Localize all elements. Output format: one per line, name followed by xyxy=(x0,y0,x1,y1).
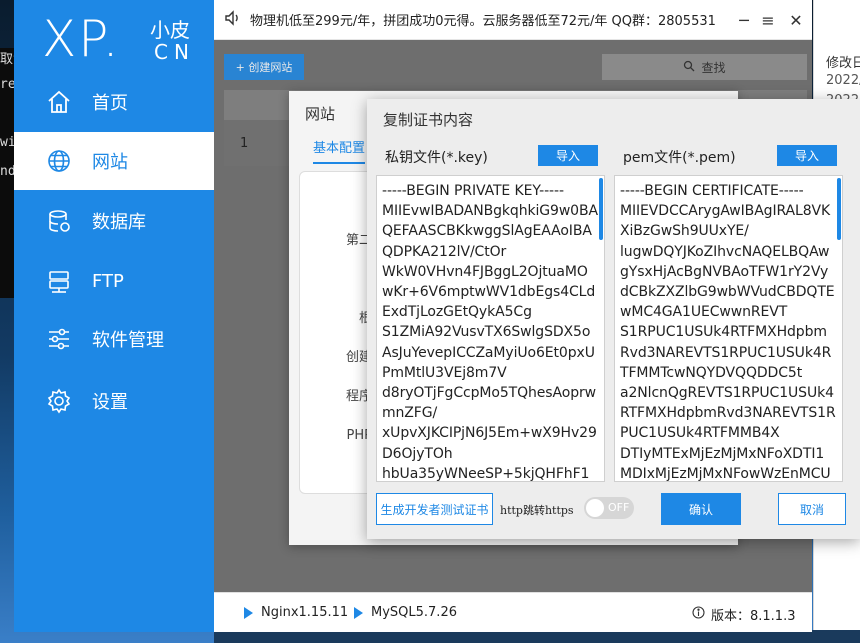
logo-brand: XP. xyxy=(42,10,121,68)
version-info[interactable]: 版本：8.1.1.3 xyxy=(692,605,795,624)
nginx-status[interactable]: Nginx1.15.11 xyxy=(244,605,348,620)
terminal-line: wi xyxy=(0,135,14,150)
generate-dev-cert-button[interactable]: 生成开发者测试证书 xyxy=(376,493,493,525)
sidebar: XP. 小皮 CN 首页 网站 数据库 FTP 软件管理 设置 xyxy=(14,0,214,632)
modified-date-cell: 2022/ xyxy=(826,73,860,88)
sidebar-item-label: 设置 xyxy=(92,392,128,413)
announcement-text[interactable]: 物理机低至299元/年，拼团成功0元得。云服务器低至72元/年 QQ群：2805… xyxy=(250,10,716,29)
sidebar-item-label: 首页 xyxy=(92,93,128,114)
search-label: 查找 xyxy=(701,60,726,75)
mysql-version: MySQL5.7.26 xyxy=(371,605,457,620)
terminal-window: 取消 re wi nd xyxy=(0,48,14,298)
toggle-knob xyxy=(586,499,604,517)
speaker-icon xyxy=(224,9,244,31)
mysql-status[interactable]: MySQL5.7.26 xyxy=(354,605,457,620)
import-pem-button[interactable]: 导入 xyxy=(777,145,837,166)
https-redirect-label: http跳转https xyxy=(500,504,574,517)
info-icon xyxy=(692,606,705,623)
tab-basic-config[interactable]: 基本配置 xyxy=(313,137,366,164)
row-index: 1 xyxy=(240,135,249,151)
sidebar-item-website[interactable]: 网站 xyxy=(14,132,214,190)
import-key-button[interactable]: 导入 xyxy=(538,145,598,166)
toggle-state-label: OFF xyxy=(608,501,630,514)
https-redirect-toggle[interactable]: OFF xyxy=(584,497,634,519)
nginx-version: Nginx1.15.11 xyxy=(261,605,349,620)
sliders-icon xyxy=(44,324,74,354)
terminal-line: 取消 xyxy=(0,52,14,67)
scrollbar-thumb[interactable] xyxy=(837,178,841,240)
sidebar-item-label: 网站 xyxy=(92,152,128,173)
pem-file-label: pem文件(*.pem) xyxy=(623,150,736,166)
gear-icon xyxy=(44,386,74,416)
server-icon xyxy=(44,266,74,296)
pem-textarea[interactable]: -----BEGIN CERTIFICATE----- MIIEVDCCAryg… xyxy=(614,175,843,482)
status-bar: Nginx1.15.11 MySQL5.7.26 版本：8.1.1.3 xyxy=(214,592,812,632)
version-label: 版本：8.1.1.3 xyxy=(711,609,796,624)
cancel-button[interactable]: 取消 xyxy=(778,493,846,525)
modified-date-column-header[interactable]: 修改日 xyxy=(814,0,860,71)
menu-button[interactable]: ≡ xyxy=(758,10,778,30)
play-icon xyxy=(354,606,363,619)
terminal-line: nd xyxy=(0,164,14,179)
key-file-label: 私钥文件(*.key) xyxy=(385,150,488,166)
sidebar-item-label: 软件管理 xyxy=(92,330,164,351)
database-icon xyxy=(44,206,74,236)
sidebar-item-ftp[interactable]: FTP xyxy=(14,252,214,310)
create-site-button[interactable]: + 创建网站 xyxy=(224,54,304,80)
sidebar-item-home[interactable]: 首页 xyxy=(14,73,214,131)
sidebar-item-database[interactable]: 数据库 xyxy=(14,192,214,250)
terminal-line: re xyxy=(0,77,14,92)
top-bar: 物理机低至299元/年，拼团成功0元得。云服务器低至72元/年 QQ群：2805… xyxy=(214,0,812,40)
private-key-textarea[interactable]: -----BEGIN PRIVATE KEY----- MIIEvwIBADAN… xyxy=(376,175,605,482)
play-icon xyxy=(244,606,253,619)
confirm-button[interactable]: 确认 xyxy=(661,493,741,525)
search-icon xyxy=(683,60,695,75)
private-key-text: -----BEGIN PRIVATE KEY----- MIIEvwIBADAN… xyxy=(382,183,598,482)
sidebar-item-label: 数据库 xyxy=(92,212,146,233)
globe-icon xyxy=(44,146,74,176)
website-dialog-title: 网站 xyxy=(305,105,336,123)
logo-cn-top: 小皮 xyxy=(150,18,190,42)
close-button[interactable]: ✕ xyxy=(786,10,806,30)
scrollbar-thumb[interactable] xyxy=(599,178,603,240)
minimize-button[interactable]: ─ xyxy=(734,10,754,30)
sidebar-item-label: FTP xyxy=(92,270,124,292)
logo-cn-bottom: CN xyxy=(154,40,195,64)
search-button[interactable]: 查找 xyxy=(602,54,807,80)
dialog-title: 复制证书内容 xyxy=(383,111,474,129)
pem-text: -----BEGIN CERTIFICATE----- MIIEVDCCAryg… xyxy=(620,183,836,482)
copy-certificate-dialog: 复制证书内容 私钥文件(*.key) 导入 -----BEGIN PRIVATE… xyxy=(367,99,860,539)
sidebar-item-settings[interactable]: 设置 xyxy=(14,372,214,430)
home-icon xyxy=(44,87,74,117)
sidebar-item-software[interactable]: 软件管理 xyxy=(14,310,214,368)
